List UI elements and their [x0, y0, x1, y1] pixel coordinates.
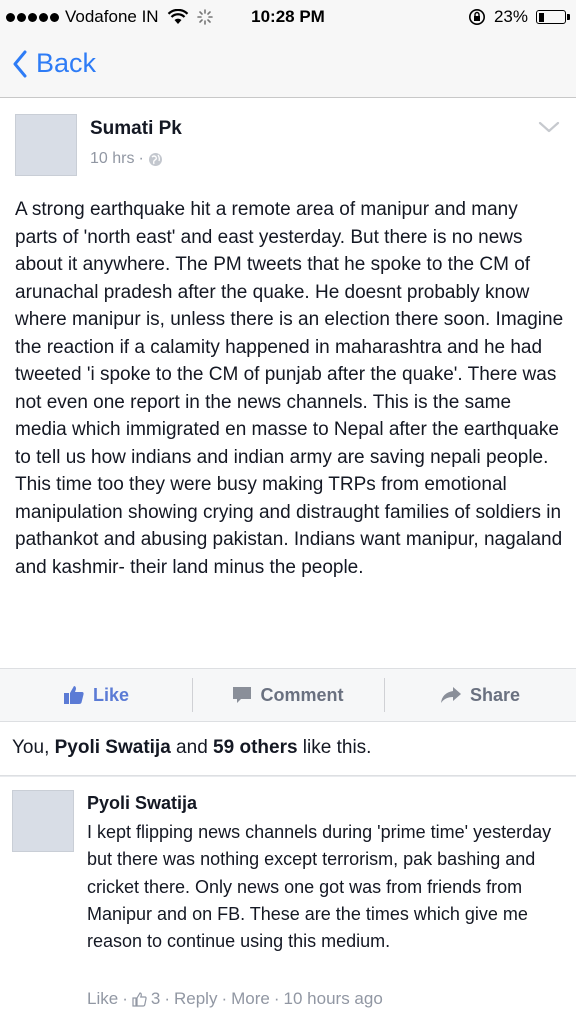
comment-body: I kept flipping news channels during 'pr…: [87, 822, 552, 952]
comment-time: 10 hours ago: [283, 989, 383, 1008]
likes-prefix: You,: [12, 737, 55, 758]
post-time[interactable]: 10 hrs: [90, 150, 134, 168]
post-body: A strong earthquake hit a remote area of…: [15, 199, 564, 578]
globe-icon: [148, 152, 162, 166]
post-meta: 10 hrs ·: [90, 150, 163, 168]
comment-reply-link[interactable]: Reply: [174, 989, 217, 1009]
thumbs-up-icon: [63, 686, 84, 704]
comment-button[interactable]: Comment: [192, 669, 384, 721]
post-card: Sumati Pk 10 hrs · A strong earthquake h…: [0, 98, 576, 668]
comment-meta: Like · 3 · Reply · More · 10 hours ago: [87, 989, 383, 1009]
commenter-avatar[interactable]: [12, 790, 74, 852]
navigation-bar: Back: [0, 34, 576, 98]
comment-like-link[interactable]: Like: [87, 989, 118, 1009]
meta-separator: ·: [122, 989, 128, 1008]
comment-more-link[interactable]: More: [231, 989, 270, 1009]
like-button[interactable]: Like: [0, 669, 192, 721]
back-button[interactable]: Back: [12, 48, 96, 79]
status-bar: Vodafone IN 10:28 PM 23%: [0, 0, 576, 34]
battery-percent: 23%: [493, 7, 528, 26]
like-label: Like: [92, 684, 130, 705]
thumbs-up-outline-icon: [132, 991, 147, 1007]
comment-author[interactable]: Pyoli Swatija: [87, 793, 197, 814]
share-label: Share: [469, 684, 521, 705]
share-button[interactable]: Share: [384, 669, 576, 721]
action-bar: Like Comment Share: [0, 668, 576, 722]
likes-others-count[interactable]: 59 others: [213, 737, 297, 758]
comment-bubble-icon: [233, 687, 252, 703]
chevron-left-icon: [13, 50, 27, 77]
meta-separator: ·: [273, 989, 280, 1008]
comment-item: Pyoli Swatija I kept flipping news chann…: [0, 777, 576, 1024]
comment-like-count: 3: [150, 989, 161, 1008]
status-right: 23%: [468, 7, 570, 27]
likes-suffix: like this.: [297, 737, 372, 758]
likes-name[interactable]: Pyoli Swatija: [55, 737, 171, 758]
meta-separator: ·: [221, 989, 228, 1008]
meta-separator: ·: [138, 150, 144, 167]
comment-label: Comment: [260, 684, 344, 705]
share-arrow-icon: [440, 687, 461, 703]
battery-icon: [536, 10, 570, 24]
meta-separator: ·: [164, 989, 170, 1008]
author-avatar[interactable]: [15, 114, 77, 176]
post-options-chevron-icon[interactable]: [538, 120, 560, 134]
back-label: Back: [36, 48, 97, 78]
post-author[interactable]: Sumati Pk: [90, 118, 182, 140]
likes-summary[interactable]: You, Pyoli Swatija and 59 others like th…: [0, 722, 576, 776]
orientation-lock-icon: [468, 9, 485, 25]
likes-middle: and: [170, 737, 214, 758]
